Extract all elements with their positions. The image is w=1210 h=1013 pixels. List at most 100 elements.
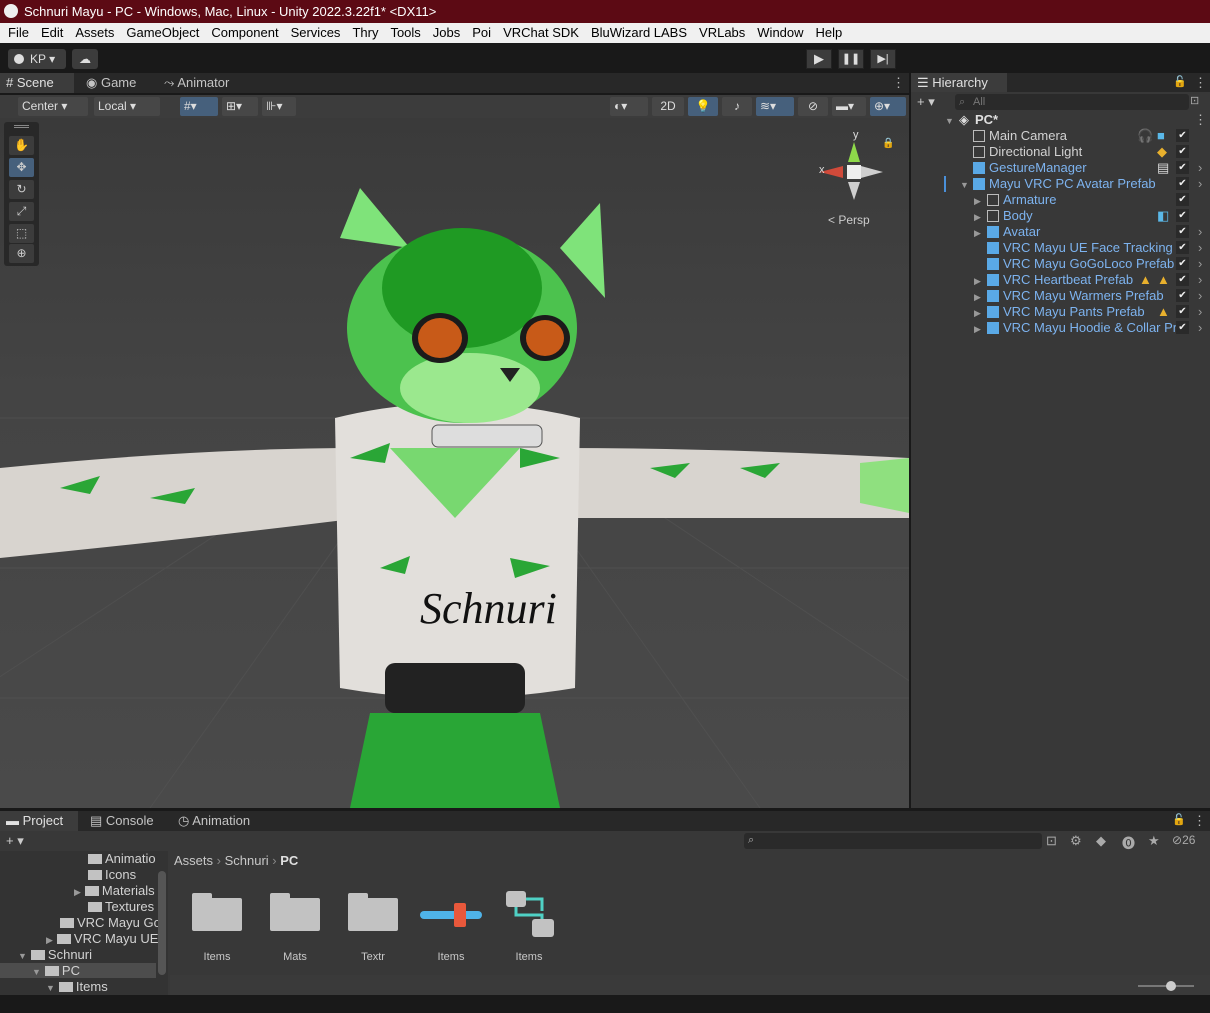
chevron-right-icon[interactable]: ›: [1198, 288, 1202, 304]
project-add-button[interactable]: + ▾: [6, 833, 24, 849]
active-checkbox[interactable]: ✔: [1176, 289, 1189, 302]
collapse-arrow-icon[interactable]: ▶: [74, 887, 81, 897]
active-checkbox[interactable]: ✔: [1176, 305, 1189, 318]
tree-item[interactable]: Textures: [88, 899, 154, 914]
active-checkbox[interactable]: ✔: [1176, 129, 1189, 142]
projection-label[interactable]: < Persp: [828, 213, 870, 227]
hierarchy-item[interactable]: ▶ Body ◧ ✔: [911, 208, 1210, 224]
tab-animator[interactable]: ⤳ Animator: [158, 73, 248, 93]
tab-project[interactable]: ▬ Project: [0, 811, 78, 831]
hidden-packages-button[interactable]: ⊘26: [1172, 833, 1195, 847]
hierarchy-item[interactable]: Main Camera 🎧 ■ ✔: [911, 128, 1210, 144]
menu-bluwizard-labs[interactable]: BluWizard LABS: [587, 23, 695, 43]
active-checkbox[interactable]: ✔: [1176, 177, 1189, 190]
play-button[interactable]: ▶: [806, 49, 832, 69]
lighting-toggle[interactable]: 💡: [688, 97, 718, 116]
ruler-button[interactable]: ⊪▾: [262, 97, 296, 116]
active-checkbox[interactable]: ✔: [1176, 145, 1189, 158]
zoom-slider-thumb[interactable]: [1166, 981, 1176, 991]
menu-help[interactable]: Help: [812, 23, 851, 43]
tab-game[interactable]: ◉ Game: [80, 73, 150, 93]
chevron-right-icon[interactable]: ›: [1198, 224, 1202, 240]
expand-arrow-icon[interactable]: ▼: [945, 113, 954, 128]
tree-item[interactable]: ▼ Schnuri: [18, 947, 92, 962]
menu-jobs[interactable]: Jobs: [429, 23, 468, 43]
active-checkbox[interactable]: ✔: [1176, 209, 1189, 222]
expand-arrow-icon[interactable]: ▼: [960, 177, 969, 192]
menu-vrchat-sdk[interactable]: VRChat SDK: [499, 23, 587, 43]
active-checkbox[interactable]: ✔: [1176, 257, 1189, 270]
menu-component[interactable]: Component: [207, 23, 286, 43]
hierarchy-add-button[interactable]: + ▾: [917, 94, 935, 110]
tree-item-selected[interactable]: ▼ PC: [0, 963, 156, 978]
menu-edit[interactable]: Edit: [37, 23, 71, 43]
audio-toggle[interactable]: ♪: [722, 97, 752, 116]
search-filter-icon[interactable]: ⊡: [1190, 94, 1199, 107]
collapse-arrow-icon[interactable]: ▶: [974, 225, 981, 240]
collapse-arrow-icon[interactable]: ▶: [974, 273, 981, 288]
chevron-right-icon[interactable]: ›: [1198, 272, 1202, 288]
scene-more-icon[interactable]: ⋮: [1194, 112, 1207, 128]
camera-dropdown[interactable]: ▬▾: [832, 97, 866, 116]
active-checkbox[interactable]: ✔: [1176, 273, 1189, 286]
pivot-dropdown[interactable]: Center ▾: [18, 97, 88, 116]
tree-scrollbar[interactable]: [158, 871, 166, 975]
chevron-right-icon[interactable]: ›: [1198, 320, 1202, 336]
tab-scene[interactable]: # Scene: [0, 73, 74, 93]
transform-tool[interactable]: ⊕: [9, 244, 34, 263]
palette-handle-icon[interactable]: [14, 125, 29, 128]
collapse-arrow-icon[interactable]: ▶: [974, 209, 981, 224]
tree-item[interactable]: Animatio: [88, 851, 156, 866]
menu-tools[interactable]: Tools: [386, 23, 428, 43]
menu-poi[interactable]: Poi: [468, 23, 499, 43]
tree-item[interactable]: ▼ Items: [46, 979, 108, 994]
draw-mode-dropdown[interactable]: ◐▾: [610, 97, 648, 116]
expand-arrow-icon[interactable]: ▼: [18, 951, 27, 961]
move-tool[interactable]: ✥: [9, 158, 34, 177]
step-button[interactable]: ▶|: [870, 49, 896, 69]
hierarchy-item[interactable]: ▶ VRC Mayu Warmers Prefab ✔ ›: [911, 288, 1210, 304]
grid-snap-button[interactable]: #▾: [180, 97, 218, 116]
active-checkbox[interactable]: ✔: [1176, 161, 1189, 174]
visibility-toggle[interactable]: ⊘: [798, 97, 828, 116]
collapse-arrow-icon[interactable]: ▶: [974, 321, 981, 336]
hierarchy-search-input[interactable]: ⌕ All: [955, 94, 1189, 110]
tab-console[interactable]: ▤ Console: [84, 811, 164, 831]
gizmos-dropdown[interactable]: ⊕▾: [870, 97, 906, 116]
hierarchy-item[interactable]: ▶ VRC Mayu Pants Prefab ▲ ✔ ›: [911, 304, 1210, 320]
mode-2d-button[interactable]: 2D: [652, 97, 684, 116]
hierarchy-item[interactable]: ▶ Avatar ✔ ›: [911, 224, 1210, 240]
account-button[interactable]: KP ▾: [8, 49, 66, 69]
hierarchy-item[interactable]: VRC Mayu GoGoLoco Prefab ✔ ›: [911, 256, 1210, 272]
hierarchy-item[interactable]: VRC Mayu UE Face Tracking ✔ ›: [911, 240, 1210, 256]
chevron-right-icon[interactable]: ›: [1198, 160, 1202, 176]
snap-increment-button[interactable]: ⊞▾: [222, 97, 258, 116]
chevron-right-icon[interactable]: ›: [1198, 304, 1202, 320]
hierarchy-more-icon[interactable]: ⋮: [1194, 75, 1207, 91]
tree-item[interactable]: ▶ Materials: [74, 883, 155, 898]
space-dropdown[interactable]: Local ▾: [94, 97, 160, 116]
active-checkbox[interactable]: ✔: [1176, 225, 1189, 238]
asset-animator-params[interactable]: [420, 903, 482, 927]
scene-row[interactable]: ▼ ◈ PC* ⋮: [911, 112, 1210, 128]
label-icon[interactable]: ◆: [1096, 833, 1106, 849]
collapse-arrow-icon[interactable]: ▶: [974, 305, 981, 320]
hierarchy-item[interactable]: GestureManager ▤ ✔ ›: [911, 160, 1210, 176]
menu-services[interactable]: Services: [287, 23, 349, 43]
hierarchy-item[interactable]: ▶ Armature ✔: [911, 192, 1210, 208]
breadcrumb-item[interactable]: Schnuri: [225, 853, 269, 868]
tab-animation[interactable]: ◷ Animation: [172, 811, 262, 831]
cloud-button[interactable]: ☁: [72, 49, 98, 69]
hierarchy-item[interactable]: ▶ VRC Heartbeat Prefab ▲ ▲ ✔ ›: [911, 272, 1210, 288]
hand-tool[interactable]: ✋: [9, 136, 34, 155]
search-by-type-icon[interactable]: ⊡: [1046, 833, 1057, 849]
favorite-star-icon[interactable]: ★: [1148, 833, 1160, 849]
collapse-arrow-icon[interactable]: ▶: [974, 193, 981, 208]
expand-arrow-icon[interactable]: ▼: [46, 983, 55, 993]
chevron-right-icon[interactable]: ›: [1198, 256, 1202, 272]
project-lock-icon[interactable]: 🔓: [1172, 813, 1186, 826]
expand-arrow-icon[interactable]: ▼: [32, 967, 41, 977]
warning-icon[interactable]: ⓿: [1122, 833, 1135, 852]
menu-file[interactable]: File: [4, 23, 37, 43]
rect-tool[interactable]: ⬚: [9, 224, 34, 243]
